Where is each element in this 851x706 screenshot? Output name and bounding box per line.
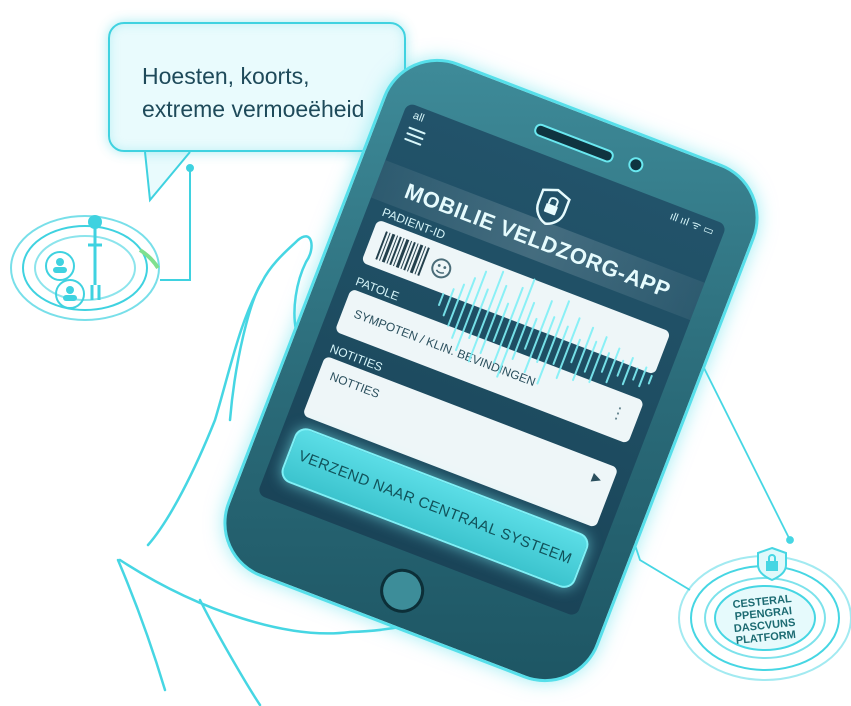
notes-field-text: NOTTIES	[327, 369, 382, 401]
speech-bubble-line-1: Hoesten, koorts,	[142, 63, 310, 89]
expand-arrow-icon[interactable]: ▶	[590, 470, 604, 486]
home-button[interactable]	[373, 562, 431, 620]
patient-badge	[10, 215, 160, 321]
status-signal-text: all	[411, 109, 426, 125]
speech-bubble-text: Hoesten, koorts, extreme vermoeëheid	[142, 60, 364, 126]
barcode-icon	[375, 231, 430, 276]
status-icons: ıll ııl ᯤ ▭	[668, 210, 716, 239]
phone-camera	[626, 155, 646, 175]
speech-bubble-line-2: extreme vermoeëheid	[142, 96, 365, 122]
lock-shield-icon	[757, 546, 787, 582]
bubble-connector-line	[160, 168, 191, 281]
wrist-outline	[116, 558, 262, 706]
bubble-tail	[144, 151, 191, 203]
